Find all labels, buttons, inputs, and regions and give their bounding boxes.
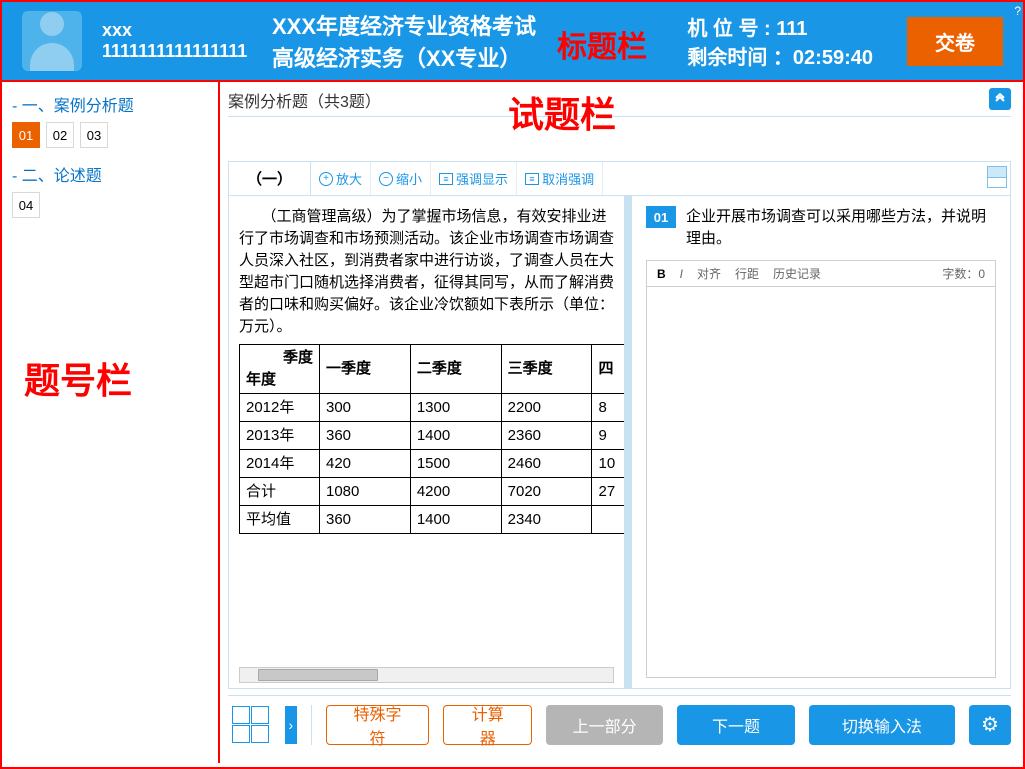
passage-pane: （工商管理高级）为了掌握市场信息，有效安排业进行了市场调查和市场预测活动。该企业… — [229, 196, 624, 688]
zoom-out-button[interactable]: −缩小 — [371, 162, 431, 195]
bottom-toolbar: › 特殊字符 计算器 上一部分 下一题 切换输入法 ⚙ — [228, 695, 1011, 753]
question-num-03[interactable]: 03 — [80, 122, 108, 148]
data-table: 季度年度 一季度二季度三季度四 2012年300130022008 2013年3… — [239, 344, 624, 534]
italic-button[interactable]: I — [680, 267, 683, 281]
annotation-question-panel: 试题栏 — [508, 86, 616, 138]
section1-label[interactable]: 一、案例分析题 — [12, 92, 208, 116]
lineheight-button[interactable]: 行距 — [735, 265, 759, 282]
question-num-01[interactable]: 01 — [12, 122, 40, 148]
exam-name-line2: 高级经济实务（XX专业） — [272, 41, 536, 73]
clear-highlight-button[interactable]: ≡取消强调 — [517, 162, 603, 195]
annotation-number-panel: 题号栏 — [24, 352, 132, 404]
calculator-button[interactable]: 计算器 — [443, 705, 531, 745]
question-panel: 案例分析题（共3题） 试题栏 （一） +放大 −缩小 ≡强调显示 ≡取消强调 （… — [220, 82, 1023, 763]
annotation-title-bar: 标题栏 — [557, 22, 647, 66]
align-button[interactable]: 对齐 — [697, 265, 721, 282]
bold-button[interactable]: B — [657, 267, 666, 281]
gear-icon: ⚙ — [981, 712, 999, 737]
question-num-02[interactable]: 02 — [46, 122, 74, 148]
plus-icon: + — [319, 172, 333, 186]
avatar — [22, 11, 82, 71]
highlight-icon: ≡ — [439, 173, 453, 185]
split-layout-icon[interactable] — [987, 166, 1007, 188]
settings-button[interactable]: ⚙ — [969, 705, 1011, 745]
question-num-04[interactable]: 04 — [12, 192, 40, 218]
username: xxx — [102, 20, 247, 41]
user-id: 1111111111111111 — [102, 41, 247, 62]
exam-name-line1: XXX年度经济专业资格考试 — [272, 9, 536, 41]
question-toolbar: （一） +放大 −缩小 ≡强调显示 ≡取消强调 — [229, 162, 1010, 196]
vertical-splitter[interactable] — [624, 196, 632, 688]
horizontal-scrollbar[interactable] — [239, 667, 614, 683]
answer-editor[interactable] — [646, 286, 996, 678]
subquestion-number: 01 — [646, 206, 676, 228]
passage-tab[interactable]: （一） — [229, 162, 311, 195]
word-count: 字数：0 — [942, 265, 985, 282]
answer-pane: 01 企业开展市场调查可以采用哪些方法，并说明理由。 B I 对齐 行距 历史记… — [632, 196, 1010, 688]
prev-section-button[interactable]: 上一部分 — [546, 705, 663, 745]
section2-label[interactable]: 二、论述题 — [12, 162, 208, 186]
remaining-time: 剩余时间 ：02:59:40 — [687, 41, 873, 70]
subquestion-text: 企业开展市场调查可以采用哪些方法，并说明理由。 — [686, 206, 996, 250]
highlight-button[interactable]: ≡强调显示 — [431, 162, 517, 195]
zoom-in-button[interactable]: +放大 — [311, 162, 371, 195]
layout-grid-icon[interactable] — [232, 706, 269, 743]
panel-toggle-icon[interactable]: › — [285, 706, 297, 744]
history-button[interactable]: 历史记录 — [773, 265, 821, 282]
question-number-panel: 一、案例分析题 01 02 03 二、论述题 04 题号栏 — [2, 82, 220, 763]
submit-exam-button[interactable]: 交卷 — [907, 17, 1003, 66]
help-icon[interactable]: ? — [1014, 4, 1021, 18]
section-heading: 案例分析题（共3题） — [228, 88, 381, 112]
seat-number: 机 位 号 : 111 — [687, 12, 873, 41]
next-question-button[interactable]: 下一题 — [677, 705, 794, 745]
title-bar: xxx 1111111111111111 XXX年度经济专业资格考试 高级经济实… — [2, 2, 1023, 82]
editor-toolbar: B I 对齐 行距 历史记录 字数：0 — [646, 260, 996, 286]
switch-ime-button[interactable]: 切换输入法 — [809, 705, 955, 745]
collapse-icon[interactable] — [989, 88, 1011, 110]
special-char-button[interactable]: 特殊字符 — [326, 705, 430, 745]
passage-text: （工商管理高级）为了掌握市场信息，有效安排业进行了市场调查和市场预测活动。该企业… — [239, 206, 614, 338]
minus-icon: − — [379, 172, 393, 186]
clear-highlight-icon: ≡ — [525, 173, 539, 185]
